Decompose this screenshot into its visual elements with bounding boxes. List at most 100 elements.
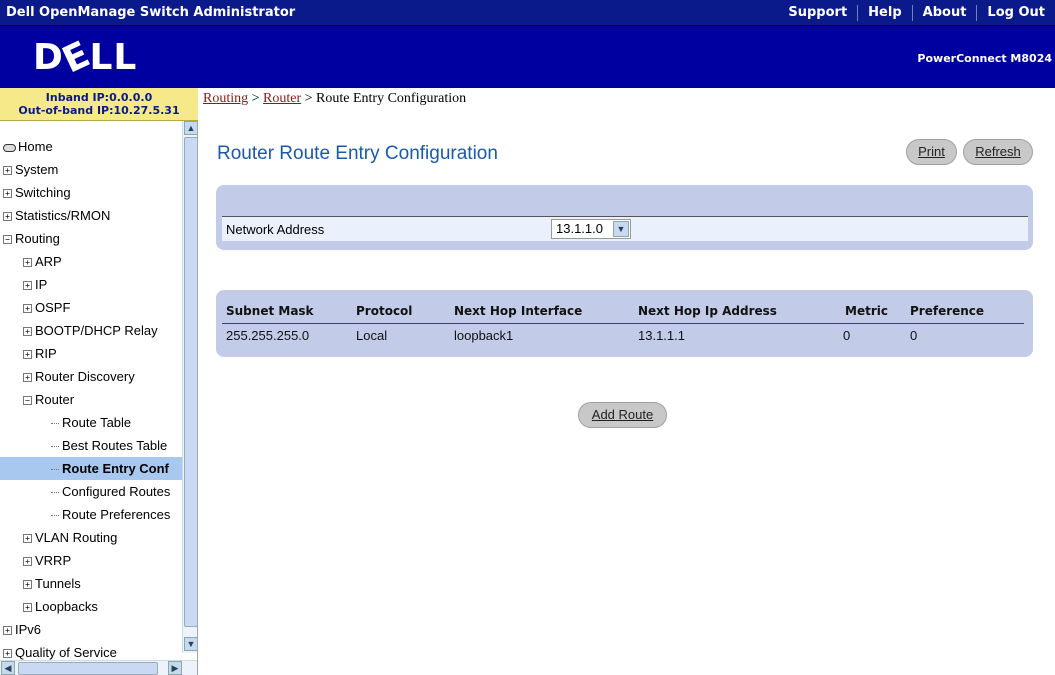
chevron-down-icon[interactable]: ▼ (613, 221, 629, 237)
network-panel: Network Address 13.1.1.0 ▼ (216, 185, 1033, 250)
expand-icon[interactable]: + (23, 557, 32, 567)
scroll-right-icon[interactable]: ▶ (168, 661, 182, 675)
collapse-icon[interactable]: − (3, 235, 12, 245)
nav-item-label: IP (35, 277, 48, 292)
nav-item-best-routes-table[interactable]: Best Routes Table (0, 434, 182, 457)
expand-icon[interactable]: + (23, 534, 32, 544)
cell-subnet-mask: 255.255.255.0 (226, 328, 310, 343)
expand-icon[interactable]: + (23, 350, 32, 360)
help-link[interactable]: Help (857, 5, 911, 21)
nav-item-label: OSPF (35, 300, 71, 315)
network-address-select[interactable]: 13.1.1.0 ▼ (551, 219, 631, 239)
add-route-button[interactable]: Add Route (578, 402, 667, 428)
breadcrumb-router[interactable]: Router (263, 91, 301, 106)
nav-item-ip[interactable]: + IP (0, 273, 182, 296)
scroll-thumb[interactable] (184, 137, 197, 627)
scroll-up-icon[interactable]: ▲ (184, 121, 197, 135)
nav-item-label: Router (35, 392, 75, 407)
cell-preference: 0 (910, 328, 918, 343)
nav-item-home[interactable]: Home (0, 135, 182, 158)
breadcrumb-routing[interactable]: Routing (203, 91, 248, 106)
nav-item-label: Home (18, 139, 53, 154)
nav-item-tunnels[interactable]: + Tunnels (0, 572, 182, 595)
logout-link[interactable]: Log Out (976, 5, 1055, 21)
scroll-left-icon[interactable]: ◀ (1, 661, 15, 675)
header-protocol: Protocol (356, 304, 413, 318)
nav-item-label: Quality of Service (15, 645, 117, 660)
expand-icon[interactable]: + (3, 626, 12, 636)
outband-ip: Out-of-band IP:10.27.5.31 (18, 104, 180, 117)
breadcrumb-separator: > (304, 91, 313, 106)
expand-icon[interactable]: + (23, 327, 32, 337)
table-header-row: Subnet Mask Protocol Next Hop Interface … (222, 304, 1024, 324)
nav-item-router-discovery[interactable]: + Router Discovery (0, 365, 182, 388)
nav-item-rip[interactable]: + RIP (0, 342, 182, 365)
expand-icon[interactable]: + (3, 212, 12, 222)
header-preference: Preference (910, 304, 985, 318)
nav-item-switching[interactable]: + Switching (0, 181, 182, 204)
cell-protocol: Local (356, 328, 388, 343)
expand-icon[interactable]: + (3, 189, 12, 199)
nav-item-label: Tunnels (35, 576, 81, 591)
header-subnet-mask: Subnet Mask (226, 304, 314, 318)
nav-item-bootp-dhcp-relay[interactable]: + BOOTP/DHCP Relay (0, 319, 182, 342)
nav-item-label: Route Table (62, 415, 132, 430)
nav-item-arp[interactable]: + ARP (0, 250, 182, 273)
ip-info-box: Inband IP:0.0.0.0 Out-of-band IP:10.27.5… (0, 88, 198, 121)
network-address-value: 13.1.1.0 (556, 221, 603, 236)
nav-item-route-entry-conf[interactable]: Route Entry Conf (0, 457, 182, 480)
nav-item-label: BOOTP/DHCP Relay (35, 323, 158, 338)
home-icon (3, 143, 16, 152)
nav-item-label: Route Entry Conf (62, 461, 169, 476)
nav-item-route-table[interactable]: Route Table (0, 411, 182, 434)
tree-connector (51, 515, 59, 517)
nav-item-label: Configured Routes (62, 484, 171, 499)
nav-item-loopbacks[interactable]: + Loopbacks (0, 595, 182, 618)
tree-connector (51, 446, 59, 448)
nav-item-ospf[interactable]: + OSPF (0, 296, 182, 319)
collapse-icon[interactable]: − (23, 396, 32, 406)
cell-metric: 0 (843, 328, 851, 343)
expand-icon[interactable]: + (3, 649, 12, 659)
expand-icon[interactable]: + (23, 281, 32, 291)
support-link[interactable]: Support (778, 5, 857, 21)
nav-items: Home + System + Switching + Statistics/RMON − Ro… (0, 135, 182, 664)
expand-icon[interactable]: + (23, 258, 32, 268)
nav-item-ipv6[interactable]: + IPv6 (0, 618, 182, 641)
nav-horizontal-scrollbar[interactable]: ◀ ▶ (0, 660, 197, 675)
expand-icon[interactable]: + (23, 304, 32, 314)
expand-icon[interactable]: + (3, 166, 12, 176)
scroll-down-icon[interactable]: ▼ (184, 637, 197, 651)
nav-item-statistics-rmon[interactable]: + Statistics/RMON (0, 204, 182, 227)
table-row: 255.255.255.0 Local loopback1 13.1.1.1 0… (222, 328, 1024, 348)
top-bar: Dell OpenManage Switch Administrator Sup… (0, 0, 1055, 26)
expand-icon[interactable]: + (23, 580, 32, 590)
expand-icon[interactable]: + (23, 603, 32, 613)
network-row: Network Address 13.1.1.0 ▼ (222, 216, 1028, 241)
nav-item-label: VLAN Routing (35, 530, 118, 545)
nav-item-vrrp[interactable]: + VRRP (0, 549, 182, 572)
header-next-hop-ip: Next Hop Ip Address (638, 304, 777, 318)
dell-logo: DELL (33, 33, 138, 82)
nav-item-system[interactable]: + System (0, 158, 182, 181)
nav-vertical-scrollbar[interactable]: ▲ ▼ (182, 121, 197, 653)
print-button[interactable]: Print (906, 139, 957, 165)
nav-item-routing[interactable]: − Routing (0, 227, 182, 250)
about-link[interactable]: About (911, 5, 977, 21)
nav-item-router[interactable]: − Router (0, 388, 182, 411)
nav-item-vlan-routing[interactable]: + VLAN Routing (0, 526, 182, 549)
nav-item-configured-routes[interactable]: Configured Routes (0, 480, 182, 503)
breadcrumb-separator: > (251, 91, 260, 106)
app-title: Dell OpenManage Switch Administrator (6, 5, 296, 20)
nav-item-label: RIP (35, 346, 57, 361)
tree-connector (51, 469, 59, 471)
tree-connector (51, 492, 59, 494)
scroll-thumb-horizontal[interactable] (18, 662, 158, 675)
refresh-button[interactable]: Refresh (963, 139, 1033, 165)
nav-item-label: ARP (35, 254, 62, 269)
nav-item-label: Statistics/RMON (15, 208, 111, 223)
routes-panel: Subnet Mask Protocol Next Hop Interface … (216, 290, 1033, 357)
nav-item-route-preferences[interactable]: Route Preferences (0, 503, 182, 526)
cell-next-hop-interface: loopback1 (454, 328, 514, 343)
expand-icon[interactable]: + (23, 373, 32, 383)
